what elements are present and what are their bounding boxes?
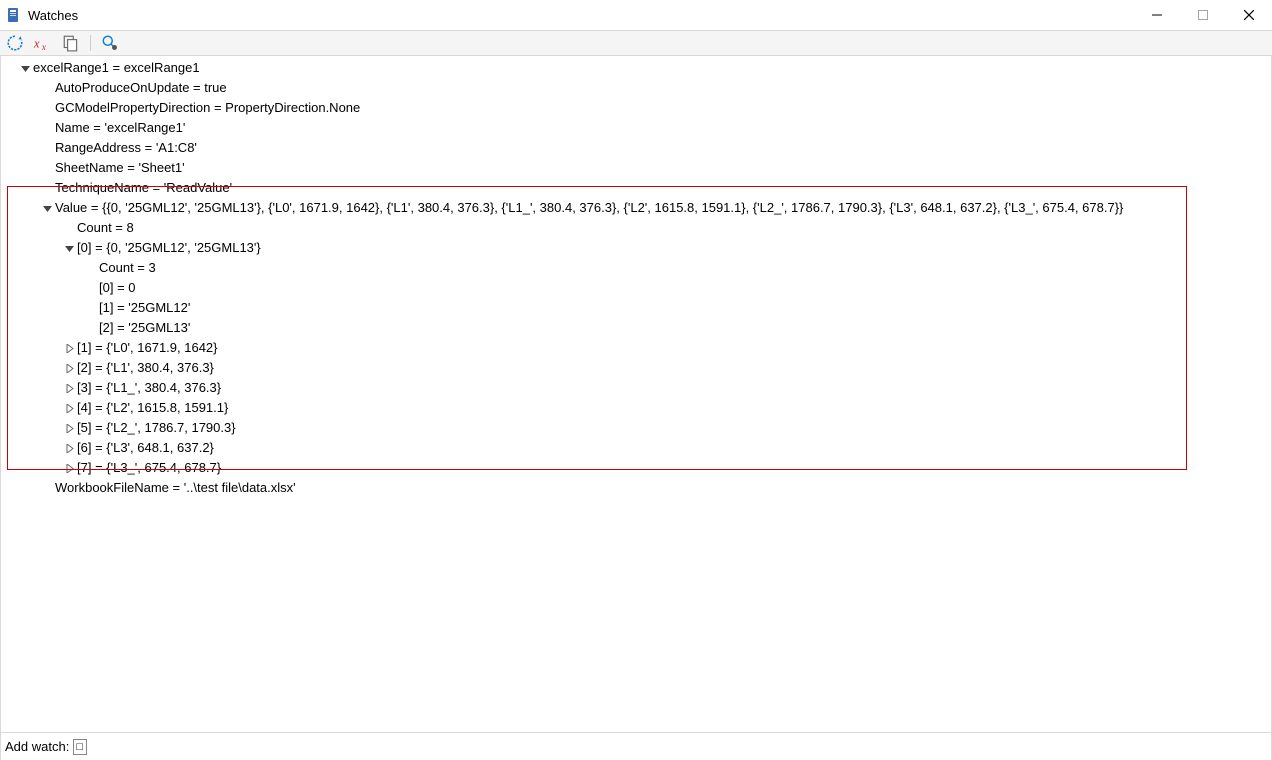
copy-icon[interactable]	[62, 34, 80, 52]
tree-row-prop[interactable]: RangeAddress = 'A1:C8'	[1, 138, 1271, 158]
tree-row-item[interactable]: [2] = {'L1', 380.4, 376.3}	[1, 358, 1271, 378]
tree-label: WorkbookFileName = '..\test file\data.xl…	[55, 478, 296, 498]
tree-label: [3] = {'L1_', 380.4, 376.3}	[77, 378, 221, 398]
tree-label: [0] = {0, '25GML12', '25GML13'}	[77, 238, 261, 258]
expand-toggle-icon[interactable]	[41, 202, 53, 214]
tree-row-leaf[interactable]: [1] = '25GML12'	[1, 298, 1271, 318]
tree-row-leaf[interactable]: [0] = 0	[1, 278, 1271, 298]
tree-label: SheetName = 'Sheet1'	[55, 158, 185, 178]
tree-row-prop[interactable]: SheetName = 'Sheet1'	[1, 158, 1271, 178]
tree-label: [6] = {'L3', 648.1, 637.2}	[77, 438, 214, 458]
tree-label: [1] = '25GML12'	[99, 298, 190, 318]
expand-toggle-icon[interactable]	[63, 422, 75, 434]
tree-row-value[interactable]: Value = {{0, '25GML12', '25GML13'}, {'L0…	[1, 198, 1271, 218]
svg-text:x: x	[34, 37, 40, 51]
minimize-button[interactable]	[1134, 0, 1180, 30]
tree-row-root[interactable]: excelRange1 = excelRange1	[1, 58, 1271, 78]
tree-row-item[interactable]: [7] = {'L3_', 675.4, 678.7}	[1, 458, 1271, 478]
tree-row-item[interactable]: [3] = {'L1_', 380.4, 376.3}	[1, 378, 1271, 398]
settings-icon[interactable]	[101, 34, 119, 52]
expand-toggle-icon[interactable]	[63, 442, 75, 454]
tree-label: [2] = '25GML13'	[99, 318, 190, 338]
tree-label: Count = 8	[77, 218, 134, 238]
toolbar: xx	[0, 30, 1272, 56]
tree-row-item[interactable]: [0] = {0, '25GML12', '25GML13'}	[1, 238, 1271, 258]
tree-row-prop[interactable]: WorkbookFileName = '..\test file\data.xl…	[1, 478, 1271, 498]
tree-label: [4] = {'L2', 1615.8, 1591.1}	[77, 398, 228, 418]
tree-row-prop[interactable]: GCModelPropertyDirection = PropertyDirec…	[1, 98, 1271, 118]
app-icon	[6, 7, 22, 23]
expand-toggle-icon[interactable]	[63, 462, 75, 474]
titlebar: Watches	[0, 0, 1272, 30]
add-watch-input[interactable]	[73, 739, 87, 755]
tree-label: [7] = {'L3_', 675.4, 678.7}	[77, 458, 221, 478]
tree-row-leaf[interactable]: [2] = '25GML13'	[1, 318, 1271, 338]
tree-label: [1] = {'L0', 1671.9, 1642}	[77, 338, 218, 358]
tree-label: RangeAddress = 'A1:C8'	[55, 138, 197, 158]
expand-toggle-icon[interactable]	[63, 362, 75, 374]
tree-row-prop[interactable]: TechniqueName = 'ReadValue'	[1, 178, 1271, 198]
tree-label: TechniqueName = 'ReadValue'	[55, 178, 232, 198]
tree-label: Count = 3	[99, 258, 156, 278]
tree-label: [2] = {'L1', 380.4, 376.3}	[77, 358, 214, 378]
tree-label: Name = 'excelRange1'	[55, 118, 185, 138]
window-title: Watches	[28, 8, 78, 23]
maximize-button[interactable]	[1180, 0, 1226, 30]
tree-row-count[interactable]: Count = 8	[1, 218, 1271, 238]
tree-label: [0] = 0	[99, 278, 136, 298]
close-button[interactable]	[1226, 0, 1272, 30]
watch-tree: excelRange1 = excelRange1 AutoProduceOnU…	[1, 56, 1271, 500]
expand-toggle-icon[interactable]	[63, 402, 75, 414]
footer: Add watch:	[0, 732, 1272, 760]
expand-toggle-icon[interactable]	[63, 382, 75, 394]
watch-tree-panel[interactable]: excelRange1 = excelRange1 AutoProduceOnU…	[0, 56, 1272, 732]
svg-text:x: x	[41, 42, 46, 52]
tree-row-prop[interactable]: Name = 'excelRange1'	[1, 118, 1271, 138]
tree-row-item[interactable]: [5] = {'L2_', 1786.7, 1790.3}	[1, 418, 1271, 438]
tree-row-item[interactable]: [6] = {'L3', 648.1, 637.2}	[1, 438, 1271, 458]
expand-toggle-icon[interactable]	[19, 62, 31, 74]
remove-watch-icon[interactable]: xx	[34, 34, 52, 52]
tree-row-item[interactable]: [1] = {'L0', 1671.9, 1642}	[1, 338, 1271, 358]
tree-row-prop[interactable]: AutoProduceOnUpdate = true	[1, 78, 1271, 98]
tree-label: [5] = {'L2_', 1786.7, 1790.3}	[77, 418, 236, 438]
tree-row-item[interactable]: [4] = {'L2', 1615.8, 1591.1}	[1, 398, 1271, 418]
tree-label: excelRange1 = excelRange1	[33, 58, 200, 78]
expand-toggle-icon[interactable]	[63, 242, 75, 254]
tree-row-count[interactable]: Count = 3	[1, 258, 1271, 278]
tree-label: Value = {{0, '25GML12', '25GML13'}, {'L0…	[55, 198, 1123, 218]
tree-label: AutoProduceOnUpdate = true	[55, 78, 227, 98]
expand-toggle-icon[interactable]	[63, 342, 75, 354]
toolbar-separator	[90, 35, 91, 51]
add-watch-label: Add watch:	[5, 739, 69, 754]
window-controls	[1134, 0, 1272, 30]
refresh-icon[interactable]	[6, 34, 24, 52]
watches-window: Watches xx	[0, 0, 1272, 760]
tree-label: GCModelPropertyDirection = PropertyDirec…	[55, 98, 360, 118]
